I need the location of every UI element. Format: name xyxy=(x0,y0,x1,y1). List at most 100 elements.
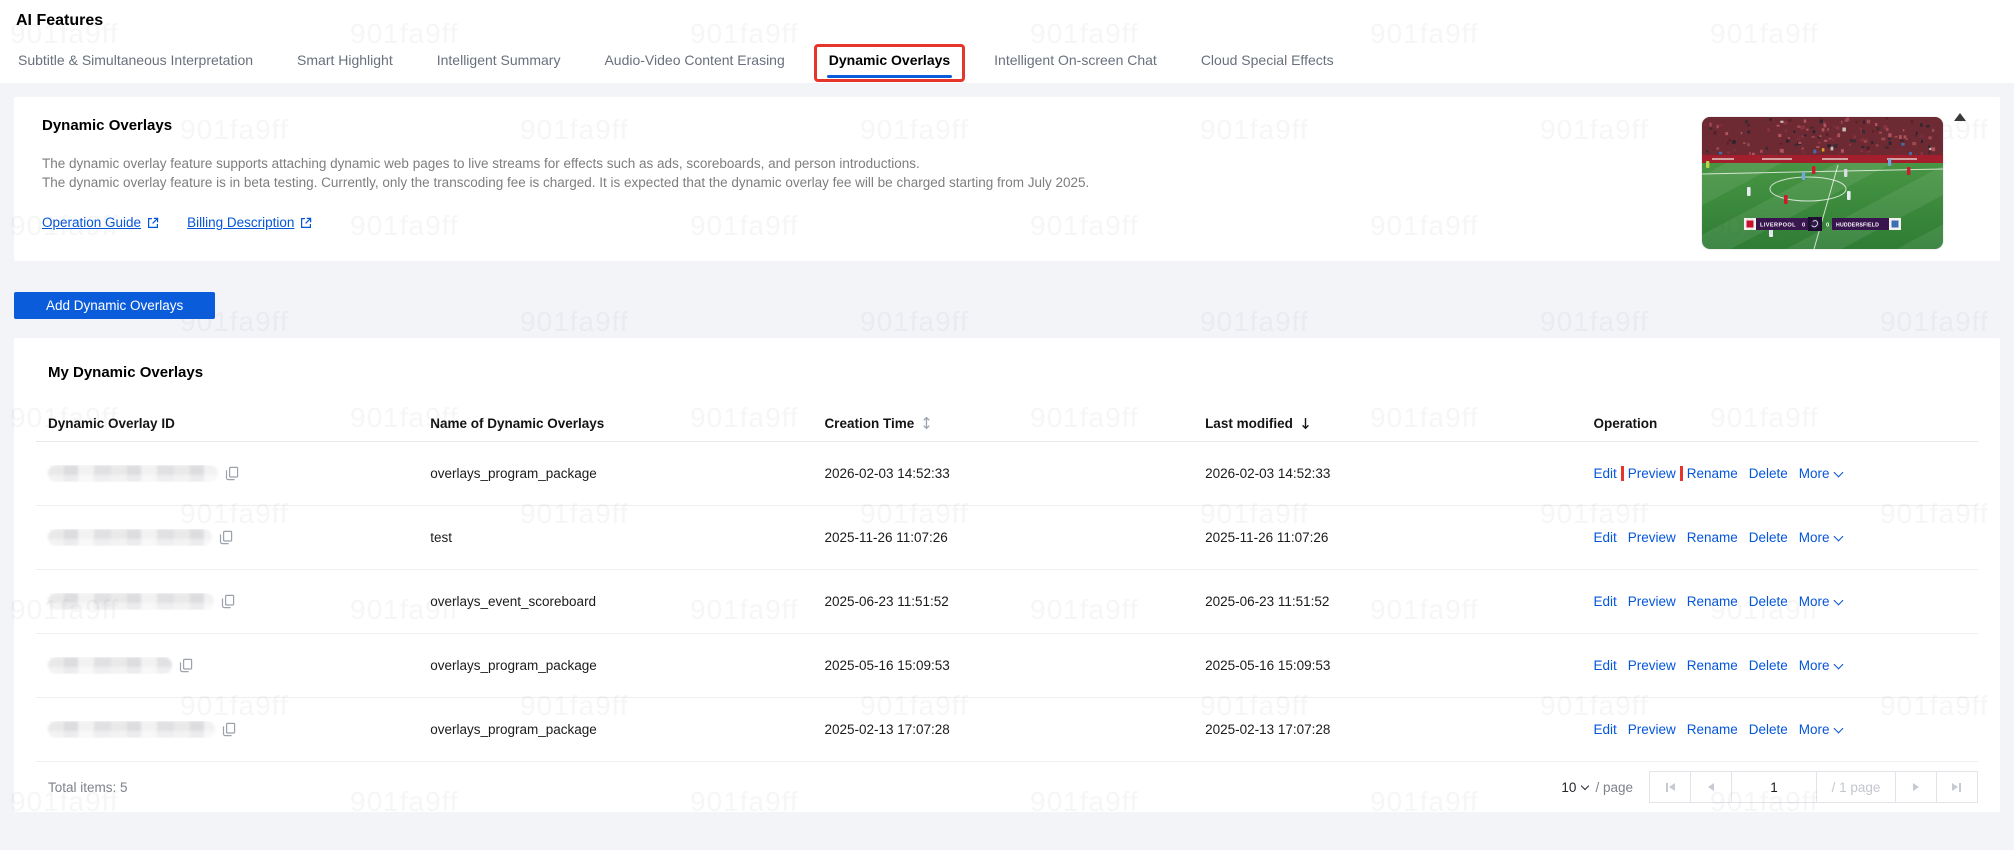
operation-link-rename[interactable]: Rename xyxy=(1687,466,1738,481)
last-modified-cell: 2025-05-16 15:09:53 xyxy=(1205,658,1593,673)
chevron-down-icon xyxy=(1833,659,1843,669)
scoreboard-home-name: LIVERPOOL xyxy=(1760,223,1796,229)
operation-link-edit[interactable]: Edit xyxy=(1593,722,1616,737)
operation-link-more[interactable]: More xyxy=(1799,658,1842,673)
table-row: overlays_event_scoreboard 2025-06-23 11:5… xyxy=(36,570,1978,634)
operation-link-delete[interactable]: Delete xyxy=(1749,722,1788,737)
column-header-label: Last modified xyxy=(1205,416,1293,431)
last-page-button[interactable] xyxy=(1937,772,1977,802)
column-header-label: Operation xyxy=(1593,416,1657,431)
operation-link-delete[interactable]: Delete xyxy=(1749,594,1788,609)
add-dynamic-overlays-button[interactable]: Add Dynamic Overlays xyxy=(14,292,215,319)
copy-glyph xyxy=(222,722,236,737)
copy-glyph xyxy=(219,530,233,545)
column-header-dynamic-overlay-id: Dynamic Overlay ID xyxy=(36,416,430,431)
overlay-id-cell xyxy=(36,465,430,482)
operation-link-delete[interactable]: Delete xyxy=(1749,530,1788,545)
operation-cell: Edit Preview Rename Delete More xyxy=(1593,722,1978,737)
sort-descending-icon xyxy=(1299,416,1312,430)
overlay-id-cell xyxy=(36,657,430,674)
operation-link-preview[interactable]: Preview xyxy=(1628,466,1676,481)
tab-cloud-special-effects[interactable]: Cloud Special Effects xyxy=(1199,52,1336,83)
first-page-button[interactable] xyxy=(1650,772,1691,802)
tab-smart-highlight[interactable]: Smart Highlight xyxy=(295,52,395,83)
operation-link-more[interactable]: More xyxy=(1799,530,1842,545)
chevron-down-icon xyxy=(1833,723,1843,733)
copy-icon[interactable] xyxy=(222,722,236,737)
operation-link-rename[interactable]: Rename xyxy=(1687,530,1738,545)
operation-link-preview[interactable]: Preview xyxy=(1628,722,1676,737)
operation-link-delete[interactable]: Delete xyxy=(1749,658,1788,673)
creation-time-cell: 2026-02-03 14:52:33 xyxy=(824,466,1205,481)
info-links: Operation Guide Billing Description xyxy=(42,215,1680,230)
tab-bar: Subtitle & Simultaneous Interpretation Sm… xyxy=(16,52,1998,83)
operation-link-edit[interactable]: Edit xyxy=(1593,466,1616,481)
column-header-operation: Operation xyxy=(1593,416,1978,431)
redacted-overlay-id xyxy=(48,721,215,738)
last-page-icon xyxy=(1959,783,1961,792)
info-description-line2: The dynamic overlay feature is in beta t… xyxy=(42,173,1680,192)
overlay-name-cell: overlays_program_package xyxy=(430,722,824,737)
redacted-overlay-id xyxy=(48,529,212,546)
creation-time-cell: 2025-11-26 11:07:26 xyxy=(824,530,1205,545)
copy-glyph xyxy=(225,466,239,481)
page-input-cell xyxy=(1732,772,1817,802)
operation-link-preview[interactable]: Preview xyxy=(1628,658,1676,673)
total-items-label: Total items: 5 xyxy=(48,780,128,795)
tab-dynamic-overlays[interactable]: Dynamic Overlays xyxy=(827,52,952,83)
creation-time-cell: 2025-05-16 15:09:53 xyxy=(824,658,1205,673)
overlay-id-cell xyxy=(36,721,430,738)
copy-icon[interactable] xyxy=(179,658,193,673)
operation-link-preview[interactable]: Preview xyxy=(1628,594,1676,609)
scoreboard-away-name: HUDDERSFIELD xyxy=(1836,223,1879,229)
operation-link-more[interactable]: More xyxy=(1799,466,1842,481)
page-size-select[interactable]: 10 xyxy=(1561,780,1588,795)
operation-link-delete[interactable]: Delete xyxy=(1749,466,1788,481)
operation-link-more[interactable]: More xyxy=(1799,722,1842,737)
annotated-operation: Preview xyxy=(1628,466,1676,481)
billing-description-link-label: Billing Description xyxy=(187,215,294,230)
operation-link-edit[interactable]: Edit xyxy=(1593,594,1616,609)
operation-link-preview[interactable]: Preview xyxy=(1628,530,1676,545)
column-header-creation-time[interactable]: Creation Time xyxy=(824,416,1205,431)
column-header-name-of-dynamic-overlays: Name of Dynamic Overlays xyxy=(430,416,824,431)
chevron-down-icon xyxy=(1833,467,1843,477)
overlay-id-wrap xyxy=(48,465,418,482)
prev-page-button[interactable] xyxy=(1691,772,1732,802)
table-header-row: Dynamic Overlay ID Name of Dynamic Overla… xyxy=(36,405,1978,442)
page-number-input[interactable] xyxy=(1732,772,1816,802)
external-link-icon xyxy=(300,217,312,229)
next-page-button[interactable] xyxy=(1896,772,1937,802)
my-dynamic-overlays-card: My Dynamic Overlays Dynamic Overlay ID Na… xyxy=(14,338,2000,812)
operation-link-rename[interactable]: Rename xyxy=(1687,658,1738,673)
copy-glyph xyxy=(179,658,193,673)
overlay-preview-thumbnail: LIVERPOOL 0 0 HUDDERSFIELD xyxy=(1702,117,1943,249)
billing-description-link[interactable]: Billing Description xyxy=(187,215,312,230)
tab-intelligent-on-screen-chat[interactable]: Intelligent On-screen Chat xyxy=(992,52,1159,83)
operation-link-rename[interactable]: Rename xyxy=(1687,594,1738,609)
chevron-down-icon xyxy=(1581,781,1589,789)
tab-intelligent-summary[interactable]: Intelligent Summary xyxy=(435,52,563,83)
copy-icon[interactable] xyxy=(225,466,239,481)
table-row: test 2025-11-26 11:07:26 2025-11-26 11:07:… xyxy=(36,506,1978,570)
operation-link-more[interactable]: More xyxy=(1799,594,1842,609)
page-size-value: 10 xyxy=(1561,780,1576,795)
column-header-last-modified[interactable]: Last modified xyxy=(1205,416,1593,431)
operation-link-edit[interactable]: Edit xyxy=(1593,530,1616,545)
pager-group: / 1 page xyxy=(1649,771,1978,803)
copy-glyph xyxy=(221,594,235,609)
info-description-line1: The dynamic overlay feature supports att… xyxy=(42,154,1680,173)
active-tab-underline xyxy=(827,75,952,78)
operation-cell: Edit Preview Rename Delete More xyxy=(1593,530,1978,545)
operation-link-rename[interactable]: Rename xyxy=(1687,722,1738,737)
tab-audio-video-content-erasing[interactable]: Audio-Video Content Erasing xyxy=(602,52,786,83)
operation-link-edit[interactable]: Edit xyxy=(1593,658,1616,673)
collapse-up-icon[interactable] xyxy=(1954,113,1966,121)
tab-subtitle-simultaneous-interpretation[interactable]: Subtitle & Simultaneous Interpretation xyxy=(16,52,255,83)
copy-icon[interactable] xyxy=(221,594,235,609)
first-page-arrow-icon xyxy=(1669,783,1675,791)
operation-guide-link[interactable]: Operation Guide xyxy=(42,215,159,230)
per-page-label: / page xyxy=(1595,780,1633,795)
copy-icon[interactable] xyxy=(219,530,233,545)
chevron-down-icon xyxy=(1833,531,1843,541)
